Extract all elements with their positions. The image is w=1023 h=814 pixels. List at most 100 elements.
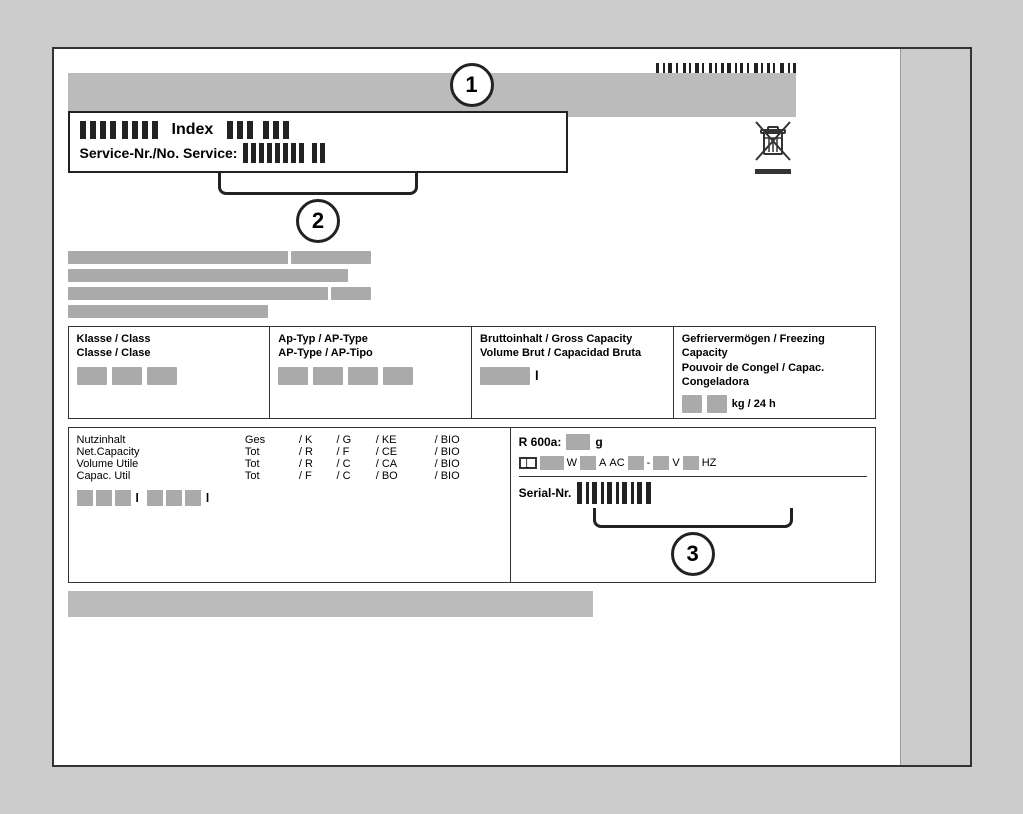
barcode-left — [80, 121, 158, 139]
class-value-block-2 — [112, 367, 142, 385]
index-label: Index — [172, 121, 214, 139]
gross-capacity-value: l — [480, 367, 665, 385]
weee-symbol — [754, 120, 792, 174]
footer-gray-strip — [68, 591, 593, 617]
class-value-block-3 — [147, 367, 177, 385]
circle-2-label: 2 — [312, 208, 324, 234]
freezing-cap-block — [682, 395, 702, 413]
r600a-unit: g — [595, 435, 602, 449]
ap-type-block-2 — [313, 367, 343, 385]
serial-section: Serial-Nr. — [519, 476, 867, 576]
text-block — [68, 251, 288, 264]
text-block — [68, 305, 268, 318]
info-line-2: Service-Nr./No. Service: — [80, 143, 557, 163]
net-col-bio2: / BIO — [435, 446, 502, 458]
r600a-label: R 600a: — [519, 435, 562, 449]
refrigerant-serial-section: R 600a: g ⎣ W A AC - V — [510, 427, 876, 583]
circle-2-badge: 2 — [296, 199, 340, 243]
net-row-3: Volume Utile Tot / R / C / CA / BIO — [77, 458, 502, 470]
weee-underbar — [755, 169, 791, 174]
bracket-3-area — [519, 508, 867, 528]
power-w-label: W — [567, 457, 577, 469]
net-col-tot-4: Tot — [245, 470, 299, 482]
circle-3-label: 3 — [686, 541, 698, 567]
circle-3-badge: 3 — [671, 532, 715, 576]
product-label: 1 — [52, 47, 972, 767]
net-val-block-6 — [185, 490, 201, 506]
power-v-block — [653, 456, 669, 470]
net-col-name-3: Volume Utile — [77, 458, 245, 470]
net-value-left: l — [77, 490, 139, 506]
net-col-f2: / F — [299, 470, 337, 482]
net-val-unit-2: l — [206, 491, 209, 505]
net-col-c: / C — [337, 458, 376, 470]
power-dash-block — [628, 456, 644, 470]
ap-type-block-3 — [348, 367, 378, 385]
bottom-section: Nutzinhalt Ges / K / G / KE / BIO Net.Ca… — [68, 427, 876, 583]
net-col-bio3: / BIO — [435, 458, 502, 470]
power-hz-label: HZ — [702, 457, 717, 469]
net-row-1: Nutzinhalt Ges / K / G / KE / BIO — [77, 434, 502, 446]
class-label: Klasse / Class Classe / Clase — [77, 332, 262, 361]
bracket-3 — [593, 508, 793, 528]
net-value-right: l — [147, 490, 209, 506]
info-line-1: Index — [80, 121, 557, 139]
freezing-cap-unit: kg / 24 h — [732, 398, 776, 410]
r600a-line: R 600a: g — [519, 434, 867, 450]
barcode-index-right — [227, 121, 289, 139]
net-col-name-4: Capac. Util — [77, 470, 245, 482]
info-box: Index — [68, 111, 569, 173]
ap-type-block-1 — [278, 367, 308, 385]
freezing-cap-block-2 — [707, 395, 727, 413]
circle-3-wrapper: 3 — [519, 528, 867, 576]
text-row-1 — [68, 251, 512, 264]
net-col-tot-2: Tot — [245, 446, 299, 458]
net-row-2: Net.Capacity Tot / R / F / CE / BIO — [77, 446, 502, 458]
text-block — [68, 287, 328, 300]
ap-type-value — [278, 367, 463, 385]
net-capacity-table: Nutzinhalt Ges / K / G / KE / BIO Net.Ca… — [77, 434, 502, 482]
net-col-ce: / CE — [376, 446, 435, 458]
power-v-label: V — [672, 457, 679, 469]
net-col-tot-3: Tot — [245, 458, 299, 470]
class-cell: Klasse / Class Classe / Clase — [69, 327, 271, 418]
net-val-block-1 — [77, 490, 93, 506]
net-values-row: l l — [77, 490, 502, 506]
net-col-ca: / CA — [376, 458, 435, 470]
text-block — [68, 269, 348, 282]
ap-type-block-4 — [383, 367, 413, 385]
net-col-g: / G — [337, 434, 376, 446]
power-hz-block — [683, 456, 699, 470]
serial-line: Serial-Nr. — [519, 482, 867, 504]
freezing-capacity-label: Gefriervermögen / Freezing Capacity Pouv… — [682, 332, 867, 389]
label-content: 1 — [68, 63, 876, 617]
footer-white-space — [593, 591, 876, 617]
power-a-label: A — [599, 457, 606, 469]
net-col-ges: Ges — [245, 434, 299, 446]
gross-cap-block — [480, 367, 530, 385]
gross-cap-unit: l — [535, 368, 539, 383]
net-row-4: Capac. Util Tot / F / C / BO / BIO — [77, 470, 502, 482]
power-w-block — [540, 456, 564, 470]
net-col-ke: / KE — [376, 434, 435, 446]
power-ac-label: AC — [609, 457, 624, 469]
circle-1-badge: 1 — [450, 63, 494, 107]
net-col-bio1: / BIO — [435, 434, 502, 446]
service-barcode — [243, 143, 325, 163]
power-a-block — [580, 456, 596, 470]
net-val-block-4 — [147, 490, 163, 506]
net-col-bio4: / BIO — [435, 470, 502, 482]
power-line: ⎣ W A AC - V HZ — [519, 456, 867, 470]
bracket-2-down — [218, 173, 418, 195]
net-val-block-3 — [115, 490, 131, 506]
net-val-unit-1: l — [136, 491, 139, 505]
serial-label: Serial-Nr. — [519, 486, 572, 500]
power-icon: ⎣ — [519, 457, 537, 469]
text-block — [291, 251, 371, 264]
freezing-capacity-value: kg / 24 h — [682, 395, 867, 413]
text-row-4 — [68, 305, 512, 318]
serial-barcode — [577, 482, 651, 504]
right-panel — [900, 49, 970, 765]
gross-capacity-cell: Bruttoinhalt / Gross Capacity Volume Bru… — [472, 327, 674, 418]
net-capacity-section: Nutzinhalt Ges / K / G / KE / BIO Net.Ca… — [68, 427, 510, 583]
